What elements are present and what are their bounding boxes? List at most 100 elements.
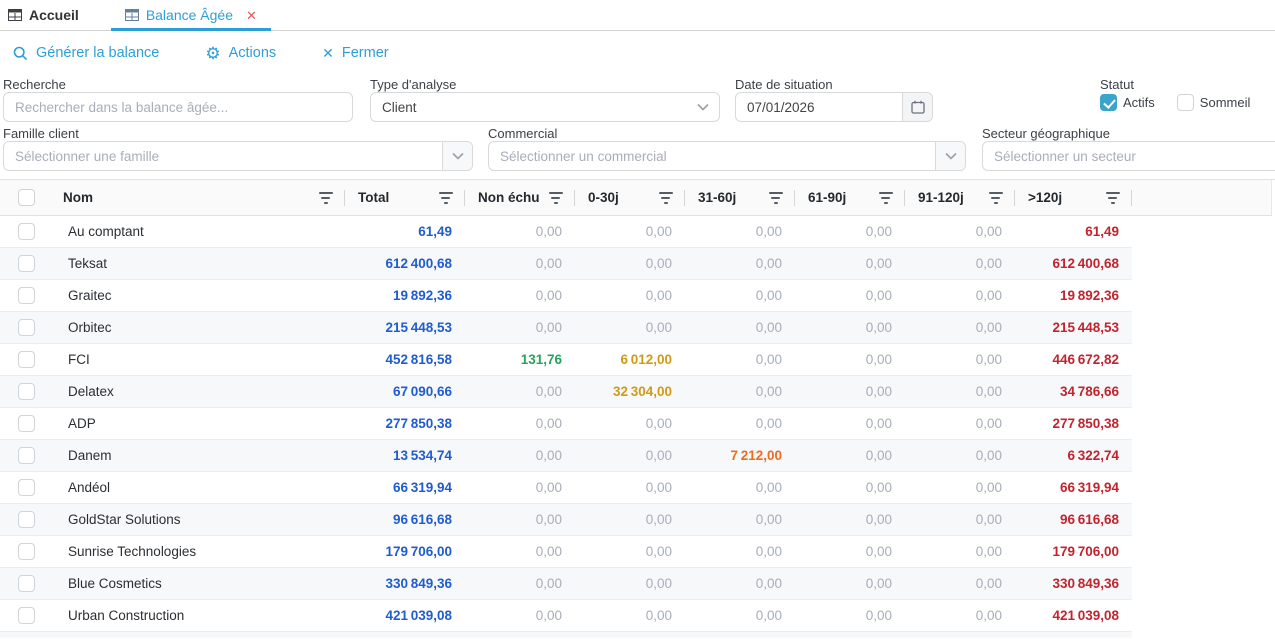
search-icon: [13, 46, 28, 61]
search-field[interactable]: [3, 92, 353, 122]
cell-j91-120: 0,00: [905, 376, 1015, 407]
column-header-j120[interactable]: >120j: [1015, 180, 1132, 215]
row-checkbox[interactable]: [18, 255, 35, 272]
column-label: 91-120j: [918, 190, 964, 205]
actifs-checkbox[interactable]: [1100, 94, 1117, 111]
cell-j61-90: 0,00: [795, 504, 905, 535]
filter-icon[interactable]: [878, 192, 893, 204]
column-label: 31-60j: [698, 190, 736, 205]
row-checkbox[interactable]: [18, 575, 35, 592]
gear-icon: ⚙: [205, 45, 220, 62]
cell-j31-60: 7 212,00: [685, 440, 795, 471]
table-row[interactable]: Danem 13 534,740,000,007 212,000,000,006…: [0, 440, 1132, 472]
cell-j61-90: 0,00: [795, 440, 905, 471]
table-row[interactable]: Au comptant 61,490,000,000,000,000,0061,…: [0, 216, 1132, 248]
status-option-sommeil[interactable]: Sommeil: [1177, 94, 1251, 111]
cell-j31-60: 0,00: [685, 504, 795, 535]
table-row[interactable]: GoldStar Solutions 96 616,680,000,000,00…: [0, 504, 1132, 536]
table-row[interactable]: FCI 452 816,58131,766 012,000,000,000,00…: [0, 344, 1132, 376]
actions-button[interactable]: ⚙ Actions: [205, 45, 276, 62]
aged-balance-table: Nom Total Non échu 0-30j 31-60j 61-90j 9…: [0, 179, 1275, 638]
cell-j120: 19 892,36: [1015, 280, 1132, 311]
column-header-nonechu[interactable]: Non échu: [465, 180, 575, 215]
geo-sector-select[interactable]: Sélectionner un secteur: [982, 141, 1275, 171]
cell-j120: 6 322,74: [1015, 440, 1132, 471]
cell-j91-120: 0,00: [905, 344, 1015, 375]
filter-icon[interactable]: [318, 192, 333, 204]
column-header-total[interactable]: Total: [345, 180, 465, 215]
filter-icon[interactable]: [1105, 192, 1120, 204]
column-header-j31-60[interactable]: 31-60j: [685, 180, 795, 215]
select-all-checkbox[interactable]: [18, 189, 35, 206]
sommeil-checkbox[interactable]: [1177, 94, 1194, 111]
generate-balance-button[interactable]: Générer la balance: [13, 45, 159, 61]
close-button[interactable]: ✕ Fermer: [322, 45, 388, 62]
cell-j31-60: 0,00: [685, 216, 795, 247]
row-checkbox[interactable]: [18, 351, 35, 368]
filter-icon[interactable]: [988, 192, 1003, 204]
column-header-j0-30[interactable]: 0-30j: [575, 180, 685, 215]
geo-sector-label: Secteur géographique: [982, 126, 1110, 141]
row-checkbox[interactable]: [18, 223, 35, 240]
row-checkbox-cell: [0, 312, 50, 343]
row-checkbox[interactable]: [18, 479, 35, 496]
sommeil-label: Sommeil: [1200, 95, 1251, 110]
filter-icon[interactable]: [658, 192, 673, 204]
row-checkbox[interactable]: [18, 383, 35, 400]
cell-j120: 421 039,08: [1015, 600, 1132, 631]
row-name: ADP: [50, 408, 345, 439]
table-row[interactable]: Urban Construction 421 039,080,000,000,0…: [0, 600, 1132, 632]
commercial-dropdown-button[interactable]: [935, 142, 965, 170]
table-row[interactable]: Graitec 19 892,360,000,000,000,000,0019 …: [0, 280, 1132, 312]
cell-total: 612 400,68: [345, 248, 465, 279]
cell-j0-30: 0,00: [575, 408, 685, 439]
row-checkbox[interactable]: [18, 447, 35, 464]
column-label: 0-30j: [588, 190, 619, 205]
row-name: Andéol: [50, 472, 345, 503]
row-checkbox[interactable]: [18, 319, 35, 336]
close-tab-icon[interactable]: ✕: [246, 9, 257, 22]
column-header-nom[interactable]: Nom: [50, 180, 345, 215]
situation-date-field[interactable]: 07/01/2026: [735, 92, 933, 122]
tab-label: Balance Âgée: [146, 7, 233, 23]
filter-icon[interactable]: [548, 192, 563, 204]
table-row[interactable]: Delatex 67 090,660,0032 304,000,000,000,…: [0, 376, 1132, 408]
row-name: Sunrise Technologies: [50, 536, 345, 567]
table-row[interactable]: Sunrise Technologies 179 706,000,000,000…: [0, 536, 1132, 568]
column-header-j91-120[interactable]: 91-120j: [905, 180, 1015, 215]
cell-j120: 277 850,38: [1015, 408, 1132, 439]
row-checkbox[interactable]: [18, 415, 35, 432]
row-checkbox-cell: [0, 600, 50, 631]
table-row[interactable]: Teksat 612 400,680,000,000,000,000,00612…: [0, 248, 1132, 280]
cell-j31-60: 0,00: [685, 248, 795, 279]
commercial-select[interactable]: Sélectionner un commercial: [488, 141, 966, 171]
actions-label: Actions: [229, 45, 277, 61]
tab-accueil[interactable]: Accueil: [0, 0, 93, 30]
row-checkbox[interactable]: [18, 287, 35, 304]
cell-j120: 96 616,68: [1015, 504, 1132, 535]
client-family-dropdown-button[interactable]: [442, 142, 472, 170]
table-row[interactable]: Blue Cosmetics 330 849,360,000,000,000,0…: [0, 568, 1132, 600]
table-row[interactable]: ADP 277 850,380,000,000,000,000,00277 85…: [0, 408, 1132, 440]
analysis-type-select[interactable]: Client: [370, 92, 720, 122]
search-input[interactable]: [4, 93, 352, 121]
filter-icon[interactable]: [768, 192, 783, 204]
table-header-row: Nom Total Non échu 0-30j 31-60j 61-90j 9…: [0, 180, 1272, 216]
row-checkbox[interactable]: [18, 543, 35, 560]
row-checkbox-cell: [0, 248, 50, 279]
cell-j61-90: 0,00: [795, 536, 905, 567]
filter-icon[interactable]: [438, 192, 453, 204]
row-checkbox[interactable]: [18, 511, 35, 528]
column-header-j61-90[interactable]: 61-90j: [795, 180, 905, 215]
tab-balance-agee[interactable]: Balance Âgée ✕: [111, 0, 271, 30]
table-row[interactable]: Andéol 66 319,940,000,000,000,000,0066 3…: [0, 472, 1132, 504]
cell-j91-120: 0,00: [905, 248, 1015, 279]
calendar-button[interactable]: [902, 93, 932, 121]
status-option-actifs[interactable]: Actifs: [1100, 94, 1155, 111]
row-name: Au comptant: [50, 216, 345, 247]
row-checkbox[interactable]: [18, 607, 35, 624]
client-family-select[interactable]: Sélectionner une famille: [3, 141, 473, 171]
cell-total: 330 849,36: [345, 568, 465, 599]
cell-j91-120: 0,00: [905, 440, 1015, 471]
table-row[interactable]: Orbitec 215 448,530,000,000,000,000,0021…: [0, 312, 1132, 344]
